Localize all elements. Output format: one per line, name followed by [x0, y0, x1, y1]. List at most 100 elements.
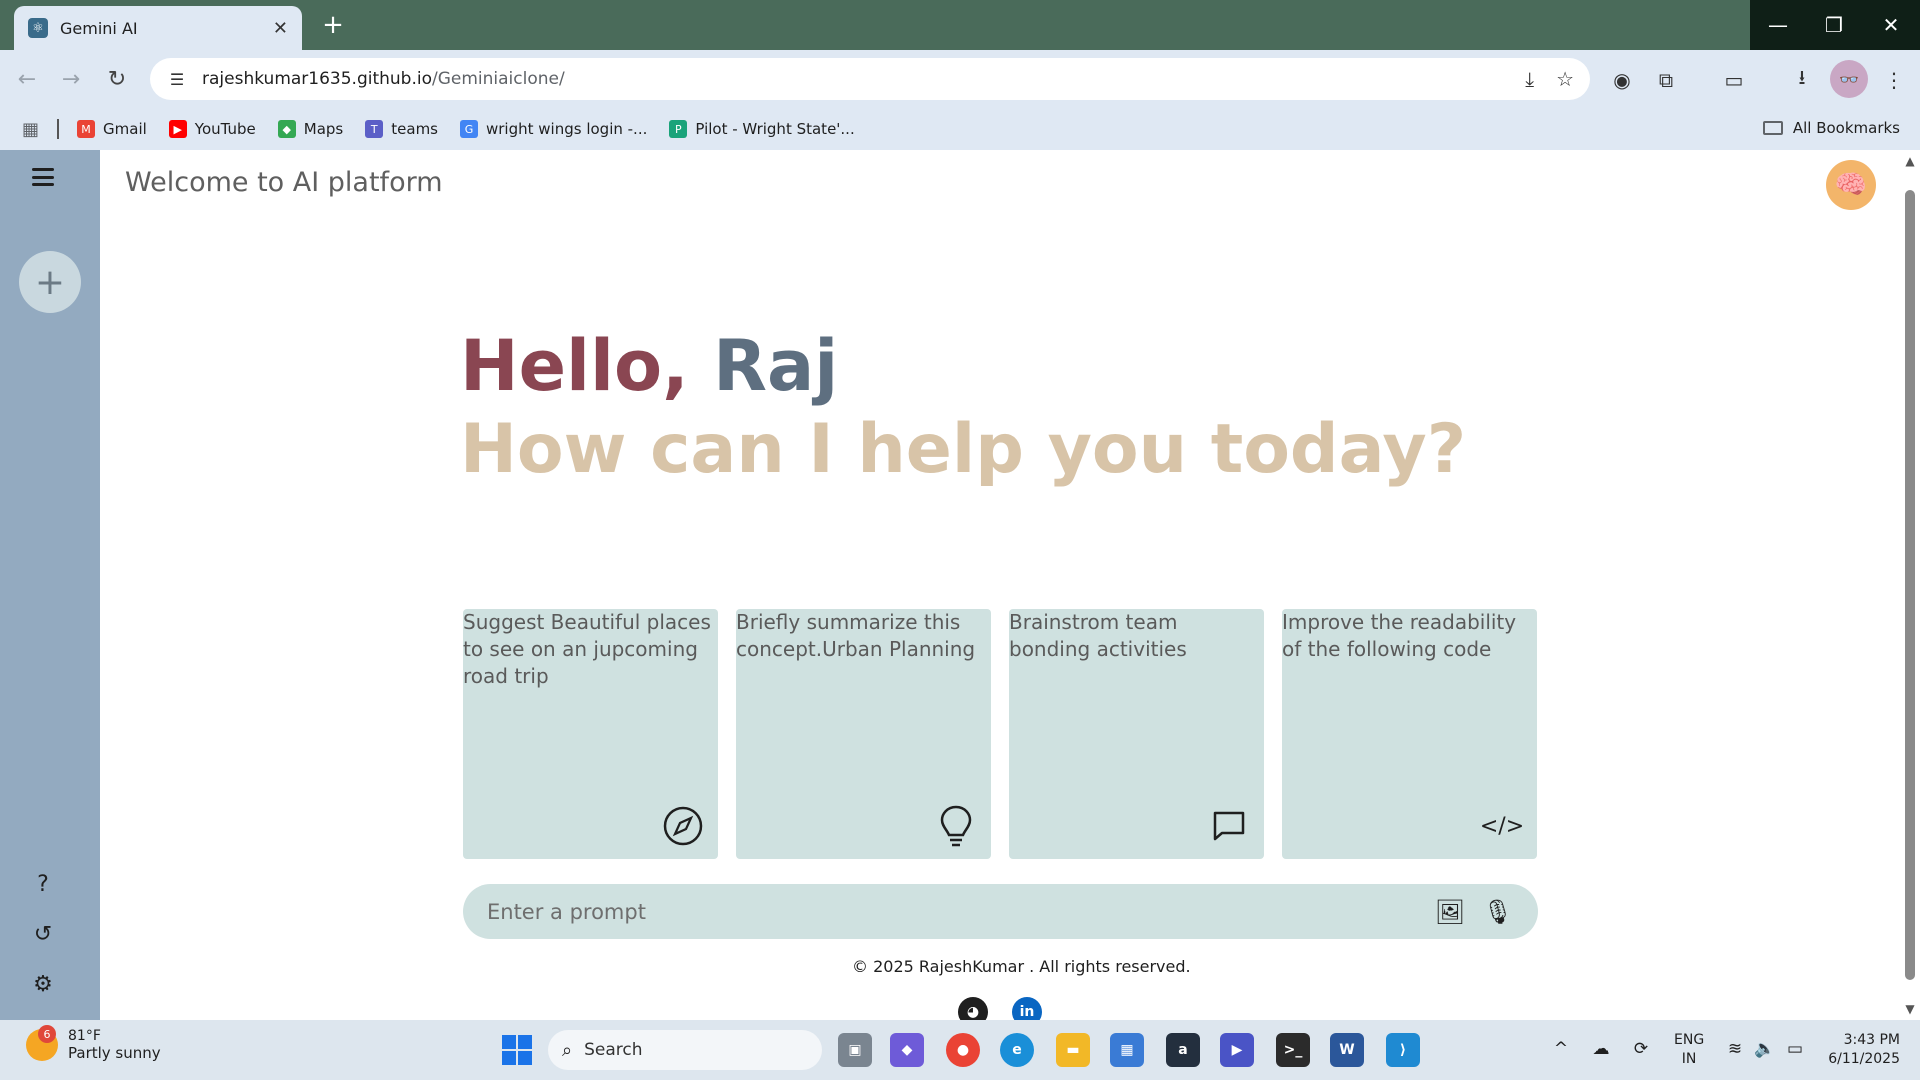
language-indicator[interactable]: ENG IN — [1674, 1031, 1704, 1069]
menu-icon[interactable] — [32, 168, 54, 186]
file-explorer-icon[interactable]: ▬ — [1056, 1033, 1090, 1067]
restore-button[interactable]: ❐ — [1806, 0, 1862, 50]
weather-widget[interactable]: 6 81°F Partly sunny — [26, 1025, 161, 1062]
all-bookmarks-label: All Bookmarks — [1792, 119, 1900, 137]
site-info-icon[interactable]: ☰ — [166, 68, 188, 90]
page-title: Welcome to AI platform — [125, 167, 443, 198]
all-bookmarks-button[interactable]: All Bookmarks — [1762, 119, 1900, 137]
bookmark-wright-wings[interactable]: Gwright wings login -... — [460, 120, 647, 138]
bookmark-pilot[interactable]: P Pilot - Wright State'... — [669, 120, 855, 138]
close-tab-icon[interactable]: ✕ — [273, 18, 288, 39]
suggestion-cards: Suggest Beautiful places to see on an ju… — [463, 609, 1537, 859]
teams-icon: T — [365, 120, 384, 138]
reload-button[interactable]: ↻ — [102, 64, 132, 94]
card-text: Improve the readability of the following… — [1282, 610, 1517, 661]
forward-button[interactable]: → — [56, 64, 86, 94]
clock-date: 6/11/2025 — [1828, 1051, 1900, 1067]
back-button[interactable]: ← — [12, 64, 42, 94]
greeting-name: Raj — [713, 325, 839, 407]
prompt-input[interactable] — [487, 899, 1418, 924]
bookmark-label: wright wings login -... — [486, 120, 648, 138]
search-icon: ⌕ — [562, 1039, 573, 1061]
tray-chevron-icon[interactable]: ^ — [1548, 1036, 1574, 1062]
close-window-button[interactable]: ✕ — [1862, 0, 1920, 50]
help-icon[interactable]: ? — [30, 871, 56, 897]
folder-icon — [1762, 121, 1783, 135]
amazon-icon[interactable]: a — [1166, 1033, 1200, 1067]
history-icon[interactable]: ↺ — [30, 921, 56, 947]
extension-icon[interactable]: ◉ — [1606, 64, 1638, 96]
footer-copyright: © 2025 RajeshKumar . All rights reserved… — [852, 957, 1191, 976]
apps-grid-icon[interactable]: ▦ — [22, 119, 39, 140]
battery-icon[interactable]: ▭ — [1782, 1036, 1808, 1062]
terminal-icon[interactable]: >_ — [1276, 1033, 1310, 1067]
task-view-icon[interactable]: ▣ — [838, 1033, 872, 1067]
volume-icon[interactable]: 🔈 — [1752, 1036, 1778, 1062]
chrome-icon[interactable]: ● — [946, 1033, 980, 1067]
profile-avatar[interactable]: 👓 — [1830, 60, 1868, 98]
suggestion-card[interactable]: Briefly summarize this concept.Urban Pla… — [736, 609, 991, 859]
greeting-subtitle: How can I help you today? — [460, 410, 1467, 489]
bookmark-label: Gmail — [103, 120, 147, 138]
microsoft-store-icon[interactable]: ▦ — [1110, 1033, 1144, 1067]
windows-start-icon[interactable] — [502, 1035, 532, 1065]
browser-menu-icon[interactable]: ⋮ — [1878, 64, 1910, 96]
weather-desc: Partly sunny — [68, 1044, 161, 1062]
bookmark-label: Pilot - Wright State'... — [695, 120, 855, 138]
downloads-icon[interactable]: ⭳ — [1786, 64, 1818, 96]
user-avatar[interactable]: 🧠 — [1826, 160, 1876, 210]
lang-line1: ENG — [1674, 1032, 1705, 1048]
message-icon — [1208, 805, 1250, 847]
minimize-button[interactable]: — — [1750, 0, 1806, 50]
suggestion-card[interactable]: Improve the readability of the following… — [1282, 609, 1537, 859]
scrollbar-thumb[interactable] — [1905, 190, 1915, 980]
bookmark-star-icon[interactable]: ☆ — [1556, 67, 1574, 91]
app-icon[interactable]: ▶ — [1220, 1033, 1254, 1067]
pilot-icon: P — [669, 120, 688, 138]
add-image-icon[interactable]: 🖼 — [1434, 896, 1466, 928]
prompt-bar: 🖼 🎙 — [463, 884, 1538, 939]
suggestion-card[interactable]: Suggest Beautiful places to see on an ju… — [463, 609, 718, 859]
bookmark-gmail[interactable]: M Gmail — [77, 120, 147, 138]
sync-icon[interactable]: ⟳ — [1628, 1036, 1654, 1062]
bookmark-label: Maps — [303, 120, 344, 138]
onedrive-icon[interactable]: ☁ — [1588, 1036, 1614, 1062]
new-tab-button[interactable]: + — [318, 10, 348, 40]
suggestion-card[interactable]: Brainstrom team bonding activities — [1009, 609, 1264, 859]
tab-search-icon[interactable]: ▭ — [1718, 64, 1750, 96]
weather-badge: 6 — [38, 1025, 56, 1043]
react-logo-icon: ⚛ — [28, 18, 48, 38]
bookmark-label: YouTube — [194, 120, 256, 138]
maps-icon: ◆ — [277, 120, 296, 138]
bookmark-label: teams — [391, 120, 438, 138]
wifi-icon[interactable]: ≋ — [1722, 1036, 1748, 1062]
tab-title: Gemini AI — [60, 18, 138, 38]
card-text: Brainstrom team bonding activities — [1009, 610, 1187, 661]
code-icon: </> — [1479, 813, 1525, 839]
weather-temp: 81°F — [68, 1028, 101, 1044]
scroll-down-arrow[interactable]: ▼ — [1903, 1002, 1917, 1016]
install-app-icon[interactable]: ⤓ — [1525, 67, 1534, 91]
greeting: Hello, Raj — [460, 325, 838, 407]
copilot-icon[interactable]: ◆ — [890, 1033, 924, 1067]
address-bar[interactable]: ☰ rajeshkumar1635.github.io /Geminiaiclo… — [150, 58, 1590, 100]
clock[interactable]: 3:43 PM 6/11/2025 — [1820, 1031, 1900, 1069]
bookmark-maps[interactable]: ◆ Maps — [277, 120, 344, 138]
new-chat-button[interactable]: + — [19, 251, 81, 313]
bookmark-teams[interactable]: Tteams — [365, 120, 438, 138]
edge-icon[interactable]: e — [1000, 1033, 1034, 1067]
bookmark-youtube[interactable]: ▶ YouTube — [168, 120, 256, 138]
extensions-puzzle-icon[interactable]: ⧉ — [1650, 64, 1682, 96]
taskbar-search[interactable]: ⌕ Search — [548, 1030, 822, 1070]
weather-text: 81°F Partly sunny — [68, 1028, 161, 1062]
gmail-icon: M — [77, 120, 96, 138]
omnibox-actions: ⤓ ☆ — [1525, 67, 1574, 91]
card-text: Briefly summarize this concept.Urban Pla… — [736, 610, 976, 661]
settings-gear-icon[interactable]: ⚙ — [30, 971, 56, 997]
lang-line2: IN — [1681, 1051, 1697, 1067]
browser-tab[interactable]: ⚛ Gemini AI ✕ — [14, 6, 302, 50]
microphone-icon[interactable]: 🎙 — [1482, 896, 1514, 928]
vscode-icon[interactable]: ⟩ — [1386, 1033, 1420, 1067]
scroll-up-arrow[interactable]: ▲ — [1903, 154, 1917, 168]
word-icon[interactable]: W — [1330, 1033, 1364, 1067]
